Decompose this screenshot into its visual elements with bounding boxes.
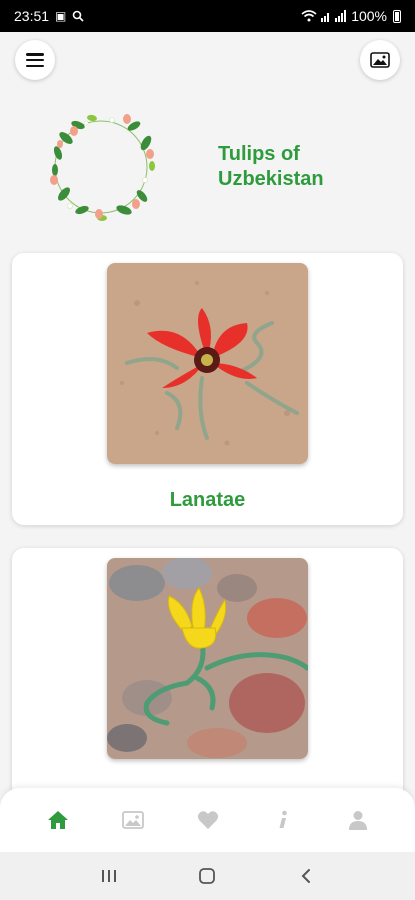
app-title: Tulips of Uzbekistan: [218, 143, 324, 190]
hamburger-icon: [26, 53, 44, 67]
search-status-icon: [73, 10, 84, 22]
battery-percent: 100%: [351, 8, 387, 24]
home-square-icon: [199, 868, 216, 884]
tulip-card[interactable]: Lanatae: [12, 253, 403, 525]
tulip-photo: [107, 263, 308, 464]
gallery-button[interactable]: [360, 40, 400, 80]
system-navigation-bar: [0, 852, 415, 900]
nav-favorites[interactable]: [188, 800, 228, 840]
image-icon: [370, 52, 390, 68]
nav-home[interactable]: [38, 800, 78, 840]
back-chevron-icon: [301, 869, 310, 883]
heart-icon: [197, 811, 218, 829]
nav-gallery[interactable]: [113, 800, 153, 840]
battery-icon: [393, 9, 401, 23]
person-icon: [348, 811, 367, 830]
status-bar: 23:51 ▣ 100%: [0, 0, 415, 32]
nav-info[interactable]: [263, 800, 303, 840]
status-time: 23:51: [14, 8, 50, 24]
wifi-icon: [301, 10, 317, 22]
bottom-navigation: [0, 788, 415, 852]
tulip-photo: [107, 558, 308, 759]
recent-apps-icon: [102, 870, 117, 882]
home-icon: [47, 811, 68, 829]
tulip-card[interactable]: [12, 548, 403, 808]
recent-apps-button[interactable]: [94, 861, 124, 891]
back-button[interactable]: [291, 861, 321, 891]
gallery-icon: [121, 811, 144, 829]
menu-button[interactable]: [15, 40, 55, 80]
nav-profile[interactable]: [338, 800, 378, 840]
card-title: Lanatae: [169, 489, 246, 511]
info-icon: [279, 810, 287, 828]
wreath-logo: [50, 114, 155, 221]
home-system-button[interactable]: [192, 861, 222, 891]
notification-icon: ▣: [55, 9, 67, 23]
signal-icon: [321, 10, 347, 22]
